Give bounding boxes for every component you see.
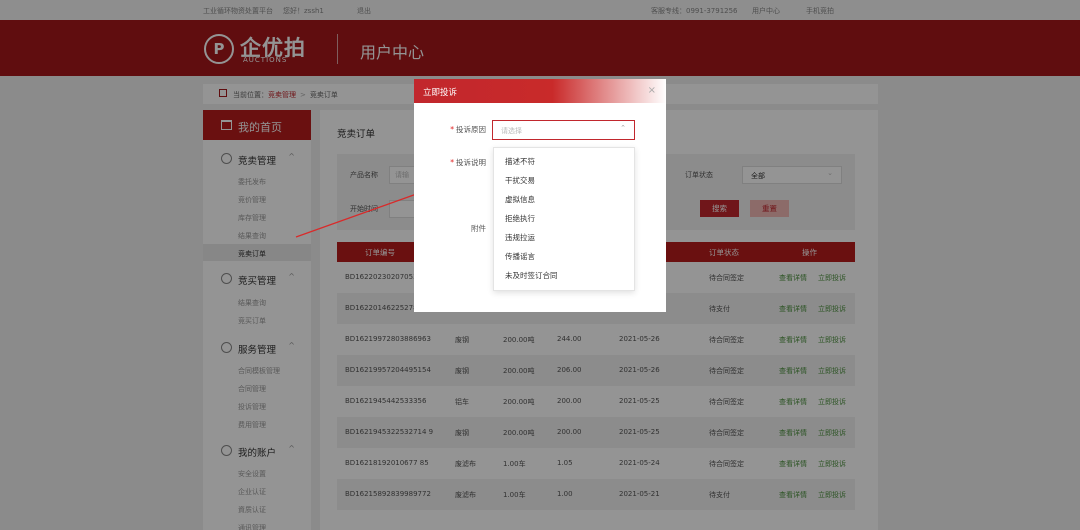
reason-option[interactable]: 未及时签订合同: [494, 265, 634, 284]
reason-option[interactable]: 传播谣言: [494, 246, 634, 265]
reason-dropdown: 描述不符 干扰交易 虚拟信息 拒绝执行 违规拉运 传播谣言 未及时签订合同: [493, 147, 635, 291]
chevron-up-icon: ⌃: [620, 124, 626, 132]
close-icon[interactable]: ×: [648, 85, 656, 96]
reason-option[interactable]: 虚拟信息: [494, 189, 634, 208]
modal-title: 立即投诉: [423, 88, 458, 98]
reason-select[interactable]: 请选择 ⌃: [492, 120, 635, 140]
modal-header: 立即投诉 ×: [414, 79, 666, 103]
reason-option[interactable]: 干扰交易: [494, 170, 634, 189]
reason-option[interactable]: 违规拉运: [494, 227, 634, 246]
reason-placeholder: 请选择: [501, 127, 522, 135]
reason-label: * 投诉原因: [450, 125, 486, 134]
attachment-label: 附件: [471, 224, 486, 233]
description-label: * 投诉说明: [450, 158, 486, 167]
reason-option[interactable]: 描述不符: [494, 151, 634, 170]
reason-option[interactable]: 拒绝执行: [494, 208, 634, 227]
